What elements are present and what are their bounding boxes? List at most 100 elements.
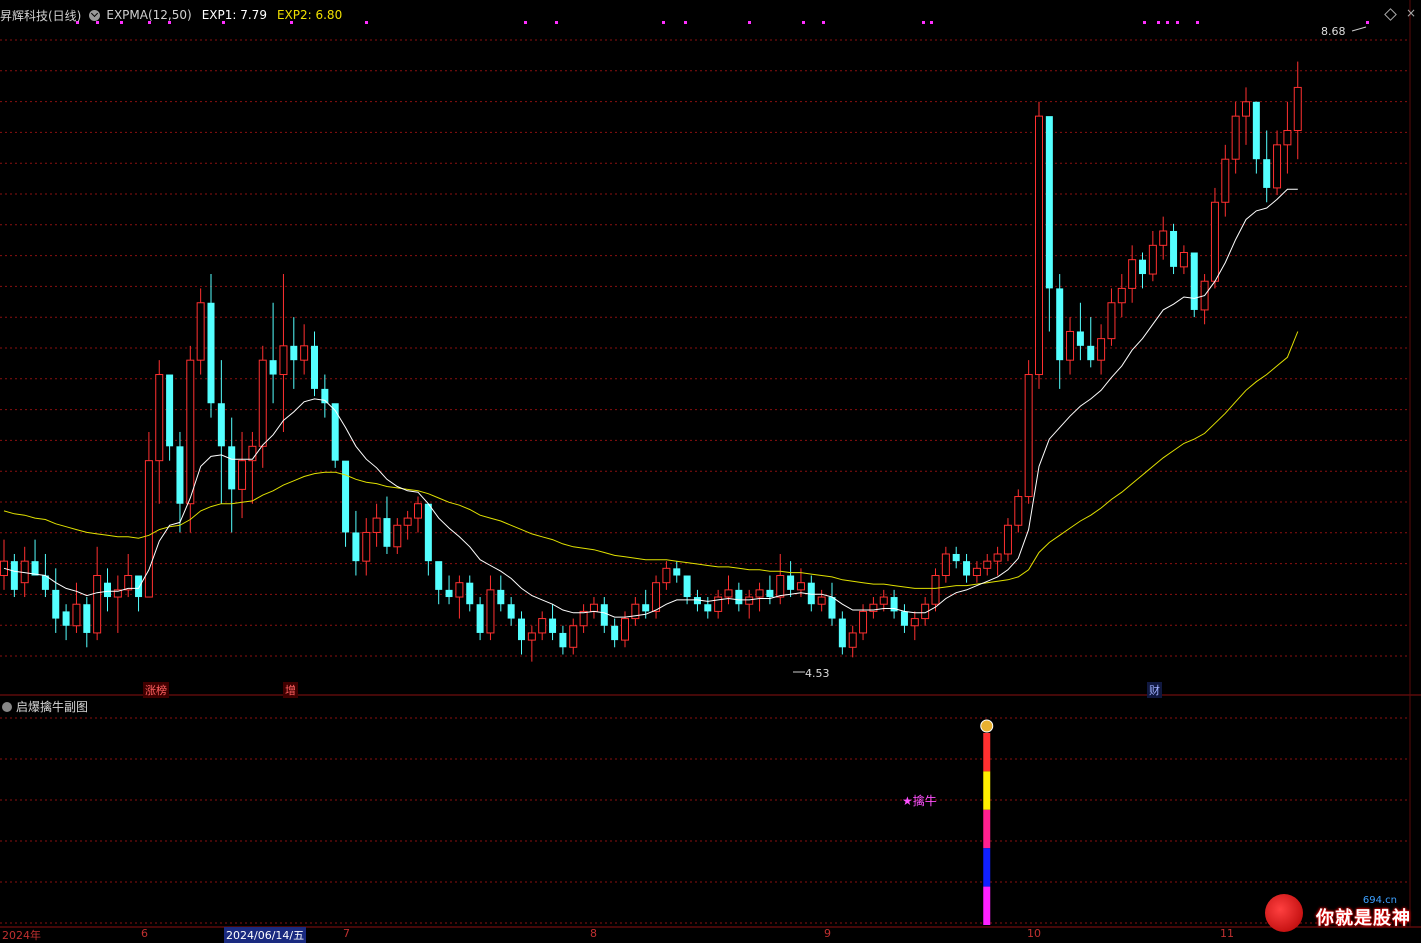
candle-up [1231, 115, 1240, 160]
candle-down [963, 561, 971, 576]
x-axis-label: 6 [141, 927, 148, 940]
indicator-name[interactable]: EXPMA(12,50) [106, 8, 191, 22]
candle-down [900, 611, 908, 626]
x-axis-label: 10 [1027, 927, 1041, 940]
exp2-line [3, 331, 1299, 589]
candle-down [311, 345, 318, 389]
candle-down [1263, 159, 1271, 188]
candle-up [724, 589, 733, 598]
max-arrow [1351, 26, 1367, 32]
x-axis-label: 11 [1220, 927, 1234, 940]
candle-down [290, 345, 298, 361]
candle-up [755, 589, 764, 598]
candle-down [135, 575, 143, 598]
candle-up [972, 567, 981, 577]
candle-up [93, 575, 102, 634]
signal-segment [983, 733, 991, 772]
sub-chart-title[interactable]: 启爆擒牛副图 [16, 698, 88, 715]
candle-up [1179, 252, 1188, 268]
event-dot [1366, 21, 1369, 24]
candle-down [673, 568, 681, 576]
event-dot [1176, 21, 1179, 24]
marker-zeng[interactable]: 增 [283, 682, 298, 698]
candle-up [1159, 230, 1168, 246]
candle-down [342, 460, 350, 533]
event-dot [662, 21, 665, 24]
candle-up [144, 460, 153, 598]
candle-down [217, 403, 225, 447]
candle-up [1148, 244, 1157, 275]
marker-cai[interactable]: 财 [1147, 682, 1162, 698]
candle-up [931, 575, 940, 605]
candle-up [1242, 101, 1250, 117]
candle-up [1293, 86, 1302, 131]
candle-down [549, 618, 557, 633]
candle-up [238, 460, 247, 490]
event-dot [555, 21, 558, 24]
candle-up [859, 610, 868, 634]
candle-down [1252, 101, 1260, 160]
candle-down [10, 561, 18, 590]
event-dot [1143, 21, 1146, 24]
watermark-text: 你就是股神 [1316, 908, 1411, 929]
candle-up [910, 618, 919, 627]
dropdown-icon[interactable] [89, 9, 101, 21]
candle-up [279, 345, 288, 376]
candle-up [538, 618, 547, 634]
candle-down [766, 589, 774, 598]
event-dot [802, 21, 805, 24]
candle-down [642, 604, 650, 612]
candle-up [1014, 496, 1023, 526]
candle-down [424, 503, 432, 562]
candle-up [155, 374, 164, 462]
candle-down [269, 360, 277, 375]
candle-up [403, 517, 412, 526]
x-axis-cursor-date: 2024/06/14/五 [224, 927, 307, 943]
event-dot [365, 21, 368, 24]
candle-down [176, 446, 184, 504]
stock-name[interactable]: 昇辉科技(日线) [0, 7, 81, 24]
event-dot [748, 21, 751, 24]
candle-up [662, 567, 671, 584]
candle-down [518, 618, 525, 641]
candle-up [589, 603, 598, 612]
close-icon[interactable]: × [1406, 6, 1416, 20]
candle-down [445, 589, 453, 598]
candle-up [652, 582, 661, 612]
candle-down [104, 582, 111, 598]
candle-up [579, 610, 588, 627]
candle-down [383, 518, 391, 547]
candle-down [704, 604, 712, 612]
exp1-line [3, 188, 1298, 618]
candle-up [72, 603, 81, 627]
candle-down [52, 589, 60, 619]
marker-zhangbang[interactable]: 涨榜 [143, 682, 169, 698]
main-price-chart[interactable] [0, 0, 1421, 940]
candle-down [507, 604, 515, 619]
candle-up [1117, 287, 1126, 304]
event-dot [822, 21, 825, 24]
candle-up [941, 553, 950, 577]
event-dot [524, 21, 527, 24]
candle-down [166, 374, 174, 447]
candle-up [621, 618, 629, 641]
candle-up [486, 589, 495, 634]
sub-header: 启爆擒牛副图 [2, 698, 88, 715]
candle-up [1097, 338, 1106, 361]
candle-down [611, 625, 619, 641]
event-dot [1196, 21, 1199, 24]
candle-down [828, 597, 836, 619]
candle-up [1128, 259, 1137, 289]
event-dot [1166, 21, 1169, 24]
candle-up [817, 596, 826, 605]
candle-down [228, 446, 236, 490]
money-bag-icon [980, 719, 994, 733]
candle-up [196, 302, 205, 361]
candle-down [1076, 331, 1084, 346]
candle-down [352, 532, 360, 562]
sub-dropdown-icon[interactable] [2, 701, 12, 712]
signal-segment [983, 771, 991, 810]
candle-up [393, 524, 402, 548]
candle-up [1003, 524, 1012, 555]
candle-up [362, 531, 371, 562]
